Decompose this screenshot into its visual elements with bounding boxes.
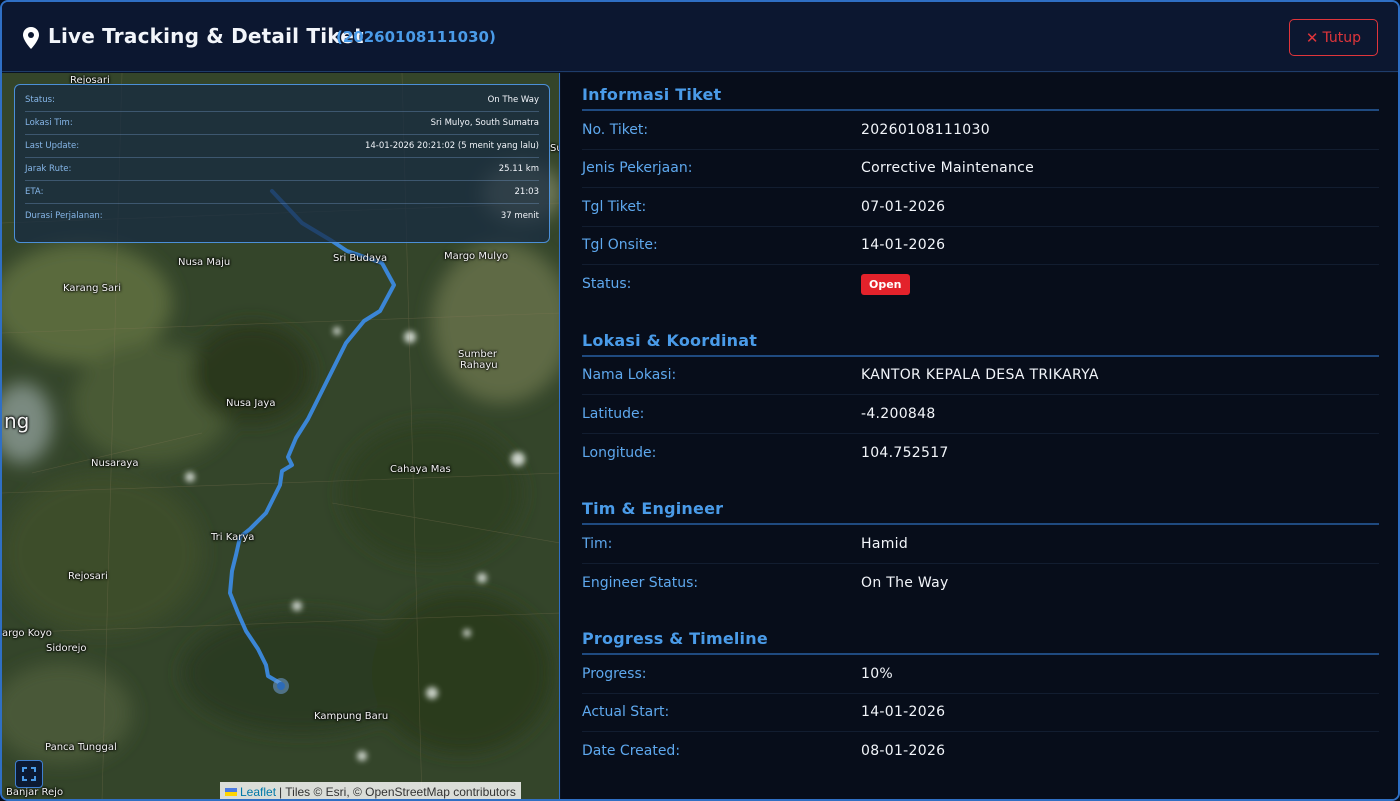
status-row: Status: On The Way [25, 89, 539, 112]
actual-start-label: Actual Start: [582, 704, 670, 721]
ukraine-flag-icon [225, 787, 237, 796]
eta-row: ETA: 21:03 [25, 181, 539, 204]
detail-row: Actual Start: 14-01-2026 [582, 694, 1379, 732]
detail-row: No. Tiket: 20260108111030 [582, 111, 1379, 150]
place-label: argo Koyo [2, 628, 52, 639]
longitude-label: Longitude: [582, 444, 657, 461]
detail-row: Jenis Pekerjaan: Corrective Maintenance [582, 150, 1379, 188]
place-label: Nusaraya [91, 458, 139, 469]
modal-header: Live Tracking & Detail Tiket (2026010811… [2, 2, 1398, 72]
route-distance-value: 25.11 km [498, 164, 539, 174]
team-label: Tim: [582, 535, 613, 552]
progress-value: 10% [861, 665, 894, 682]
team-location-value: Sri Mulyo, South Sumatra [430, 118, 539, 128]
place-label: Su [550, 143, 559, 154]
tracking-status-panel: Status: On The Way Lokasi Tim: Sri Mulyo… [14, 84, 550, 243]
ticket-id-label: (20260108111030) [336, 28, 496, 46]
status-value: On The Way [487, 95, 539, 105]
route-distance-label: Jarak Rute: [25, 164, 72, 174]
detail-row: Progress: 10% [582, 655, 1379, 694]
place-label: Sumber [458, 349, 498, 360]
detail-row: Nama Lokasi: KANTOR KEPALA DESA TRIKARYA [582, 357, 1379, 395]
detail-row: Status: Open [582, 265, 1379, 304]
section-title-team: Tim & Engineer [582, 487, 1379, 525]
place-label: Margo Mulyo [444, 251, 509, 262]
route-distance-row: Jarak Rute: 25.11 km [25, 158, 539, 181]
detail-row: Longitude: 104.752517 [582, 434, 1379, 473]
eta-value: 21:03 [514, 187, 540, 197]
place-label: ng [4, 409, 30, 433]
map-view[interactable]: Rejosari Su Nusa Maju Sri Budaya Margo M… [2, 73, 560, 799]
travel-duration-value: 37 menit [500, 210, 539, 221]
place-label: Panca Tunggal [45, 742, 117, 753]
place-label: Karang Sari [63, 283, 121, 294]
ticket-no-label: No. Tiket: [582, 121, 649, 138]
place-label: Sidorejo [46, 643, 87, 654]
engineer-status-label: Engineer Status: [582, 574, 699, 591]
travel-duration-row: Durasi Perjalanan: 37 menit [25, 204, 539, 227]
status-badge: Open [861, 273, 910, 295]
ticket-modal: Live Tracking & Detail Tiket (2026010811… [0, 0, 1400, 801]
tiles-attribution-text: | Tiles © Esri, © OpenStreetMap contribu… [279, 784, 516, 799]
detail-row: Engineer Status: On The Way [582, 564, 1379, 603]
team-location-label: Lokasi Tim: [25, 118, 73, 128]
section-title-ticket-info: Informasi Tiket [582, 73, 1379, 111]
detail-row: Tgl Onsite: 14-01-2026 [582, 227, 1379, 265]
place-label: Nusa Jaya [226, 398, 276, 409]
close-button-label: Tutup [1322, 29, 1362, 46]
job-type-label: Jenis Pekerjaan: [582, 160, 693, 177]
date-created-label: Date Created: [582, 743, 681, 760]
map-pin-icon [23, 27, 39, 49]
ticket-status-label: Status: [582, 276, 632, 293]
place-label: Kampung Baru [314, 711, 389, 722]
location-name-value: KANTOR KEPALA DESA TRIKARYA [861, 367, 1099, 384]
date-created-value: 08-01-2026 [861, 743, 946, 760]
map-attribution: Leaflet | Tiles © Esri, © OpenStreetMap … [220, 782, 521, 799]
engineer-status-value: On The Way [861, 574, 949, 591]
ticket-details-panel: Informasi Tiket No. Tiket: 2026010811103… [561, 73, 1398, 799]
section-title-location: Lokasi & Koordinat [582, 319, 1379, 357]
last-update-label: Last Update: [25, 141, 80, 151]
last-update-row: Last Update: 14-01-2026 20:21:02 (5 meni… [25, 135, 539, 158]
latitude-value: -4.200848 [861, 405, 936, 422]
section-title-progress: Progress & Timeline [582, 617, 1379, 655]
place-label: Cahaya Mas [390, 464, 451, 475]
travel-duration-label: Durasi Perjalanan: [25, 210, 103, 221]
close-icon: ✕ [1305, 28, 1319, 47]
detail-row: Latitude: -4.200848 [582, 395, 1379, 434]
place-label: Rahayu [460, 360, 498, 371]
close-button[interactable]: ✕ Tutup [1289, 19, 1378, 56]
actual-start-value: 14-01-2026 [861, 704, 946, 721]
onsite-date-value: 14-01-2026 [861, 237, 946, 254]
place-label: Banjar Rejo [6, 787, 64, 798]
place-label: Sri Budaya [333, 253, 388, 264]
progress-label: Progress: [582, 665, 647, 682]
place-label: Rejosari [68, 571, 108, 582]
fullscreen-button[interactable] [15, 760, 43, 788]
place-label: Tri Karya [211, 532, 255, 543]
team-value: Hamid [861, 535, 909, 552]
last-update-value: 14-01-2026 20:21:02 (5 menit yang lalu) [364, 141, 539, 151]
ticket-date-value: 07-01-2026 [861, 198, 946, 215]
fullscreen-icon [22, 767, 36, 781]
location-name-label: Nama Lokasi: [582, 367, 677, 384]
job-type-value: Corrective Maintenance [861, 160, 1035, 177]
onsite-date-label: Tgl Onsite: [582, 237, 658, 254]
detail-row: Tim: Hamid [582, 525, 1379, 564]
longitude-value: 104.752517 [861, 444, 949, 461]
eta-label: ETA: [25, 187, 44, 197]
ticket-date-label: Tgl Tiket: [582, 198, 647, 215]
place-label: Nusa Maju [178, 257, 231, 268]
detail-row: Tgl Tiket: 07-01-2026 [582, 188, 1379, 227]
ticket-no-value: 20260108111030 [861, 121, 990, 138]
status-label: Status: [25, 95, 55, 105]
leaflet-link[interactable]: Leaflet [240, 785, 276, 799]
modal-title: Live Tracking & Detail Tiket [48, 24, 364, 48]
detail-row: Date Created: 08-01-2026 [582, 732, 1379, 771]
team-location-row: Lokasi Tim: Sri Mulyo, South Sumatra [25, 112, 539, 135]
latitude-label: Latitude: [582, 405, 645, 422]
